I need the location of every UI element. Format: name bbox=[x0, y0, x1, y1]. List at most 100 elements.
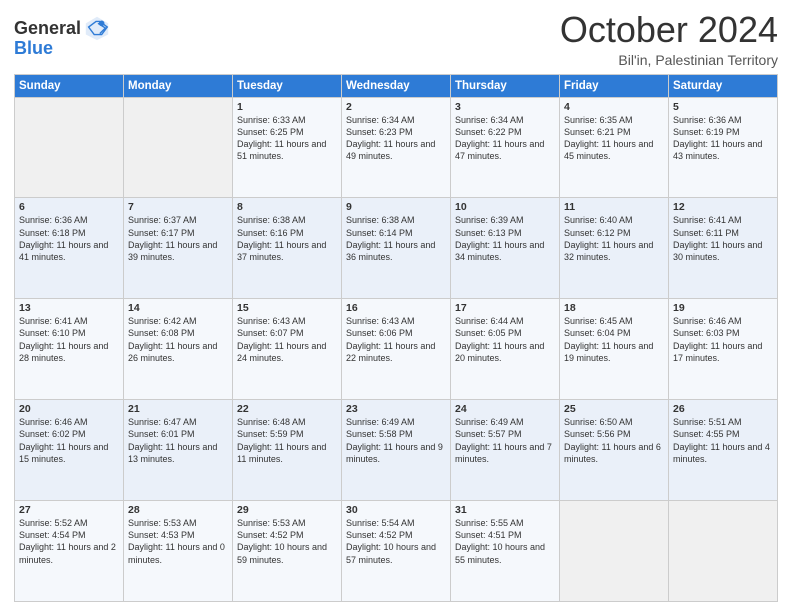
day-number: 24 bbox=[455, 403, 555, 415]
calendar-cell: 20Sunrise: 6:46 AM Sunset: 6:02 PM Dayli… bbox=[15, 400, 124, 501]
day-number: 28 bbox=[128, 504, 228, 516]
calendar-cell: 23Sunrise: 6:49 AM Sunset: 5:58 PM Dayli… bbox=[342, 400, 451, 501]
day-number: 14 bbox=[128, 302, 228, 314]
cell-info: Sunrise: 5:51 AM Sunset: 4:55 PM Dayligh… bbox=[673, 416, 773, 465]
cell-info: Sunrise: 6:38 AM Sunset: 6:14 PM Dayligh… bbox=[346, 214, 446, 263]
day-number: 25 bbox=[564, 403, 664, 415]
calendar-cell: 9Sunrise: 6:38 AM Sunset: 6:14 PM Daylig… bbox=[342, 198, 451, 299]
day-number: 7 bbox=[128, 201, 228, 213]
calendar-cell: 28Sunrise: 5:53 AM Sunset: 4:53 PM Dayli… bbox=[124, 501, 233, 602]
calendar-cell: 14Sunrise: 6:42 AM Sunset: 6:08 PM Dayli… bbox=[124, 299, 233, 400]
logo-icon bbox=[83, 14, 111, 42]
cell-info: Sunrise: 6:35 AM Sunset: 6:21 PM Dayligh… bbox=[564, 114, 664, 163]
day-number: 29 bbox=[237, 504, 337, 516]
day-number: 26 bbox=[673, 403, 773, 415]
calendar-cell: 21Sunrise: 6:47 AM Sunset: 6:01 PM Dayli… bbox=[124, 400, 233, 501]
calendar-cell: 3Sunrise: 6:34 AM Sunset: 6:22 PM Daylig… bbox=[451, 97, 560, 198]
cell-info: Sunrise: 6:45 AM Sunset: 6:04 PM Dayligh… bbox=[564, 315, 664, 364]
calendar-cell: 19Sunrise: 6:46 AM Sunset: 6:03 PM Dayli… bbox=[669, 299, 778, 400]
calendar-cell: 13Sunrise: 6:41 AM Sunset: 6:10 PM Dayli… bbox=[15, 299, 124, 400]
logo: General Blue bbox=[14, 14, 111, 59]
calendar-cell: 27Sunrise: 5:52 AM Sunset: 4:54 PM Dayli… bbox=[15, 501, 124, 602]
cell-info: Sunrise: 5:52 AM Sunset: 4:54 PM Dayligh… bbox=[19, 517, 119, 566]
day-number: 6 bbox=[19, 201, 119, 213]
header-row: SundayMondayTuesdayWednesdayThursdayFrid… bbox=[15, 74, 778, 97]
cell-info: Sunrise: 5:53 AM Sunset: 4:52 PM Dayligh… bbox=[237, 517, 337, 566]
col-header-thursday: Thursday bbox=[451, 74, 560, 97]
day-number: 21 bbox=[128, 403, 228, 415]
week-row-1: 6Sunrise: 6:36 AM Sunset: 6:18 PM Daylig… bbox=[15, 198, 778, 299]
location-title: Bil'in, Palestinian Territory bbox=[560, 52, 778, 68]
calendar-cell: 4Sunrise: 6:35 AM Sunset: 6:21 PM Daylig… bbox=[560, 97, 669, 198]
day-number: 18 bbox=[564, 302, 664, 314]
day-number: 16 bbox=[346, 302, 446, 314]
cell-info: Sunrise: 6:49 AM Sunset: 5:58 PM Dayligh… bbox=[346, 416, 446, 465]
calendar-table: SundayMondayTuesdayWednesdayThursdayFrid… bbox=[14, 74, 778, 602]
day-number: 22 bbox=[237, 403, 337, 415]
day-number: 8 bbox=[237, 201, 337, 213]
logo-text: General Blue bbox=[14, 14, 111, 59]
cell-info: Sunrise: 6:46 AM Sunset: 6:02 PM Dayligh… bbox=[19, 416, 119, 465]
page: General Blue October 2024 Bil'in, Palest… bbox=[0, 0, 792, 612]
cell-info: Sunrise: 5:54 AM Sunset: 4:52 PM Dayligh… bbox=[346, 517, 446, 566]
cell-info: Sunrise: 6:36 AM Sunset: 6:18 PM Dayligh… bbox=[19, 214, 119, 263]
title-block: October 2024 Bil'in, Palestinian Territo… bbox=[560, 10, 778, 68]
calendar-cell: 31Sunrise: 5:55 AM Sunset: 4:51 PM Dayli… bbox=[451, 501, 560, 602]
day-number: 2 bbox=[346, 101, 446, 113]
calendar-cell: 8Sunrise: 6:38 AM Sunset: 6:16 PM Daylig… bbox=[233, 198, 342, 299]
calendar-cell: 25Sunrise: 6:50 AM Sunset: 5:56 PM Dayli… bbox=[560, 400, 669, 501]
week-row-2: 13Sunrise: 6:41 AM Sunset: 6:10 PM Dayli… bbox=[15, 299, 778, 400]
cell-info: Sunrise: 6:49 AM Sunset: 5:57 PM Dayligh… bbox=[455, 416, 555, 465]
day-number: 9 bbox=[346, 201, 446, 213]
day-number: 1 bbox=[237, 101, 337, 113]
cell-info: Sunrise: 6:47 AM Sunset: 6:01 PM Dayligh… bbox=[128, 416, 228, 465]
calendar-cell: 6Sunrise: 6:36 AM Sunset: 6:18 PM Daylig… bbox=[15, 198, 124, 299]
header: General Blue October 2024 Bil'in, Palest… bbox=[14, 10, 778, 68]
calendar-cell: 15Sunrise: 6:43 AM Sunset: 6:07 PM Dayli… bbox=[233, 299, 342, 400]
cell-info: Sunrise: 6:48 AM Sunset: 5:59 PM Dayligh… bbox=[237, 416, 337, 465]
calendar-cell: 30Sunrise: 5:54 AM Sunset: 4:52 PM Dayli… bbox=[342, 501, 451, 602]
cell-info: Sunrise: 6:43 AM Sunset: 6:07 PM Dayligh… bbox=[237, 315, 337, 364]
calendar-cell bbox=[669, 501, 778, 602]
calendar-cell: 12Sunrise: 6:41 AM Sunset: 6:11 PM Dayli… bbox=[669, 198, 778, 299]
day-number: 3 bbox=[455, 101, 555, 113]
day-number: 4 bbox=[564, 101, 664, 113]
day-number: 11 bbox=[564, 201, 664, 213]
col-header-sunday: Sunday bbox=[15, 74, 124, 97]
day-number: 13 bbox=[19, 302, 119, 314]
calendar-cell: 29Sunrise: 5:53 AM Sunset: 4:52 PM Dayli… bbox=[233, 501, 342, 602]
day-number: 20 bbox=[19, 403, 119, 415]
cell-info: Sunrise: 5:55 AM Sunset: 4:51 PM Dayligh… bbox=[455, 517, 555, 566]
col-header-monday: Monday bbox=[124, 74, 233, 97]
calendar-cell: 1Sunrise: 6:33 AM Sunset: 6:25 PM Daylig… bbox=[233, 97, 342, 198]
cell-info: Sunrise: 6:50 AM Sunset: 5:56 PM Dayligh… bbox=[564, 416, 664, 465]
day-number: 5 bbox=[673, 101, 773, 113]
col-header-saturday: Saturday bbox=[669, 74, 778, 97]
calendar-cell: 17Sunrise: 6:44 AM Sunset: 6:05 PM Dayli… bbox=[451, 299, 560, 400]
logo-general: General bbox=[14, 18, 81, 39]
day-number: 23 bbox=[346, 403, 446, 415]
day-number: 10 bbox=[455, 201, 555, 213]
day-number: 31 bbox=[455, 504, 555, 516]
cell-info: Sunrise: 6:43 AM Sunset: 6:06 PM Dayligh… bbox=[346, 315, 446, 364]
day-number: 17 bbox=[455, 302, 555, 314]
week-row-3: 20Sunrise: 6:46 AM Sunset: 6:02 PM Dayli… bbox=[15, 400, 778, 501]
calendar-cell: 7Sunrise: 6:37 AM Sunset: 6:17 PM Daylig… bbox=[124, 198, 233, 299]
cell-info: Sunrise: 6:37 AM Sunset: 6:17 PM Dayligh… bbox=[128, 214, 228, 263]
calendar-cell: 22Sunrise: 6:48 AM Sunset: 5:59 PM Dayli… bbox=[233, 400, 342, 501]
cell-info: Sunrise: 6:44 AM Sunset: 6:05 PM Dayligh… bbox=[455, 315, 555, 364]
cell-info: Sunrise: 6:41 AM Sunset: 6:10 PM Dayligh… bbox=[19, 315, 119, 364]
day-number: 15 bbox=[237, 302, 337, 314]
cell-info: Sunrise: 6:38 AM Sunset: 6:16 PM Dayligh… bbox=[237, 214, 337, 263]
cell-info: Sunrise: 6:33 AM Sunset: 6:25 PM Dayligh… bbox=[237, 114, 337, 163]
day-number: 27 bbox=[19, 504, 119, 516]
col-header-friday: Friday bbox=[560, 74, 669, 97]
cell-info: Sunrise: 6:34 AM Sunset: 6:22 PM Dayligh… bbox=[455, 114, 555, 163]
day-number: 30 bbox=[346, 504, 446, 516]
calendar-cell: 26Sunrise: 5:51 AM Sunset: 4:55 PM Dayli… bbox=[669, 400, 778, 501]
calendar-cell: 16Sunrise: 6:43 AM Sunset: 6:06 PM Dayli… bbox=[342, 299, 451, 400]
cell-info: Sunrise: 6:46 AM Sunset: 6:03 PM Dayligh… bbox=[673, 315, 773, 364]
calendar-cell bbox=[15, 97, 124, 198]
col-header-wednesday: Wednesday bbox=[342, 74, 451, 97]
cell-info: Sunrise: 6:34 AM Sunset: 6:23 PM Dayligh… bbox=[346, 114, 446, 163]
